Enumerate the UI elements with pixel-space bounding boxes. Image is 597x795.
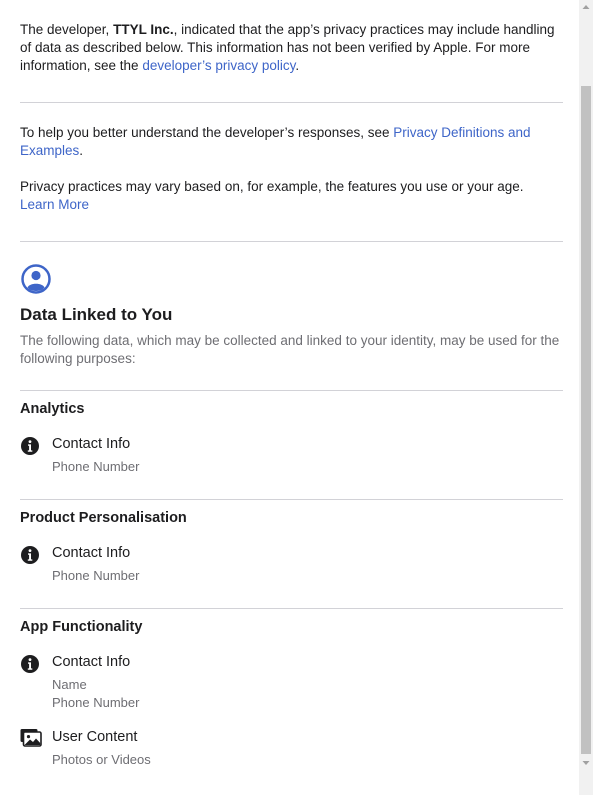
data-item: Contact Info Name Phone Number	[20, 653, 563, 715]
data-item: User Content Photos or Videos	[20, 728, 563, 772]
linked-icon	[20, 263, 563, 295]
item-title: User Content	[52, 729, 138, 745]
linked-title-wrap: Data Linked to You	[20, 305, 563, 325]
divider	[20, 102, 563, 103]
info-icon	[21, 437, 39, 455]
scroll-down-arrow-icon[interactable]	[579, 756, 593, 770]
practices-text: Privacy practices may vary based on, for…	[20, 179, 524, 212]
linked-description: The following data, which may be collect…	[20, 333, 560, 366]
divider	[20, 390, 563, 391]
learn-more-link[interactable]: Learn More	[20, 197, 89, 212]
scrollbar-thumb[interactable]	[581, 86, 591, 754]
item-title: Contact Info	[52, 436, 131, 452]
item-sub: Phone Number	[52, 568, 140, 583]
item-title: Contact Info	[52, 545, 131, 561]
help-text: To help you better understand the develo…	[20, 125, 531, 158]
section-title: Analytics	[20, 401, 85, 417]
developer-privacy-policy-link[interactable]: developer’s privacy policy	[142, 58, 295, 73]
section-app-functionality: App Functionality	[20, 619, 563, 635]
photos-icon	[20, 729, 42, 747]
section-title: App Functionality	[20, 619, 143, 635]
developer-disclosure: The developer, TTYL Inc., indicated that…	[20, 22, 555, 73]
developer-name: TTYL Inc.	[113, 22, 174, 37]
item-sub: Phone Number	[52, 459, 140, 474]
item-title: Contact Info	[52, 654, 131, 670]
info-icon	[21, 655, 39, 673]
info-icon	[21, 546, 39, 564]
person-circle-icon	[21, 264, 51, 294]
section-product-personalisation: Product Personalisation	[20, 510, 563, 526]
divider	[20, 608, 563, 609]
scroll-up-arrow-icon[interactable]	[579, 0, 593, 14]
section-analytics: Analytics	[20, 401, 563, 417]
data-item: Contact Info Phone Number	[20, 435, 563, 479]
scrollbar[interactable]	[579, 0, 593, 795]
section-title: Product Personalisation	[20, 510, 187, 526]
data-linked-title: Data Linked to You	[20, 305, 173, 324]
item-sub: Phone Number	[52, 695, 140, 710]
item-sub: Photos or Videos	[52, 752, 151, 767]
divider	[20, 241, 563, 242]
divider	[20, 499, 563, 500]
data-item: Contact Info Phone Number	[20, 544, 563, 588]
item-sub: Name	[52, 677, 87, 692]
